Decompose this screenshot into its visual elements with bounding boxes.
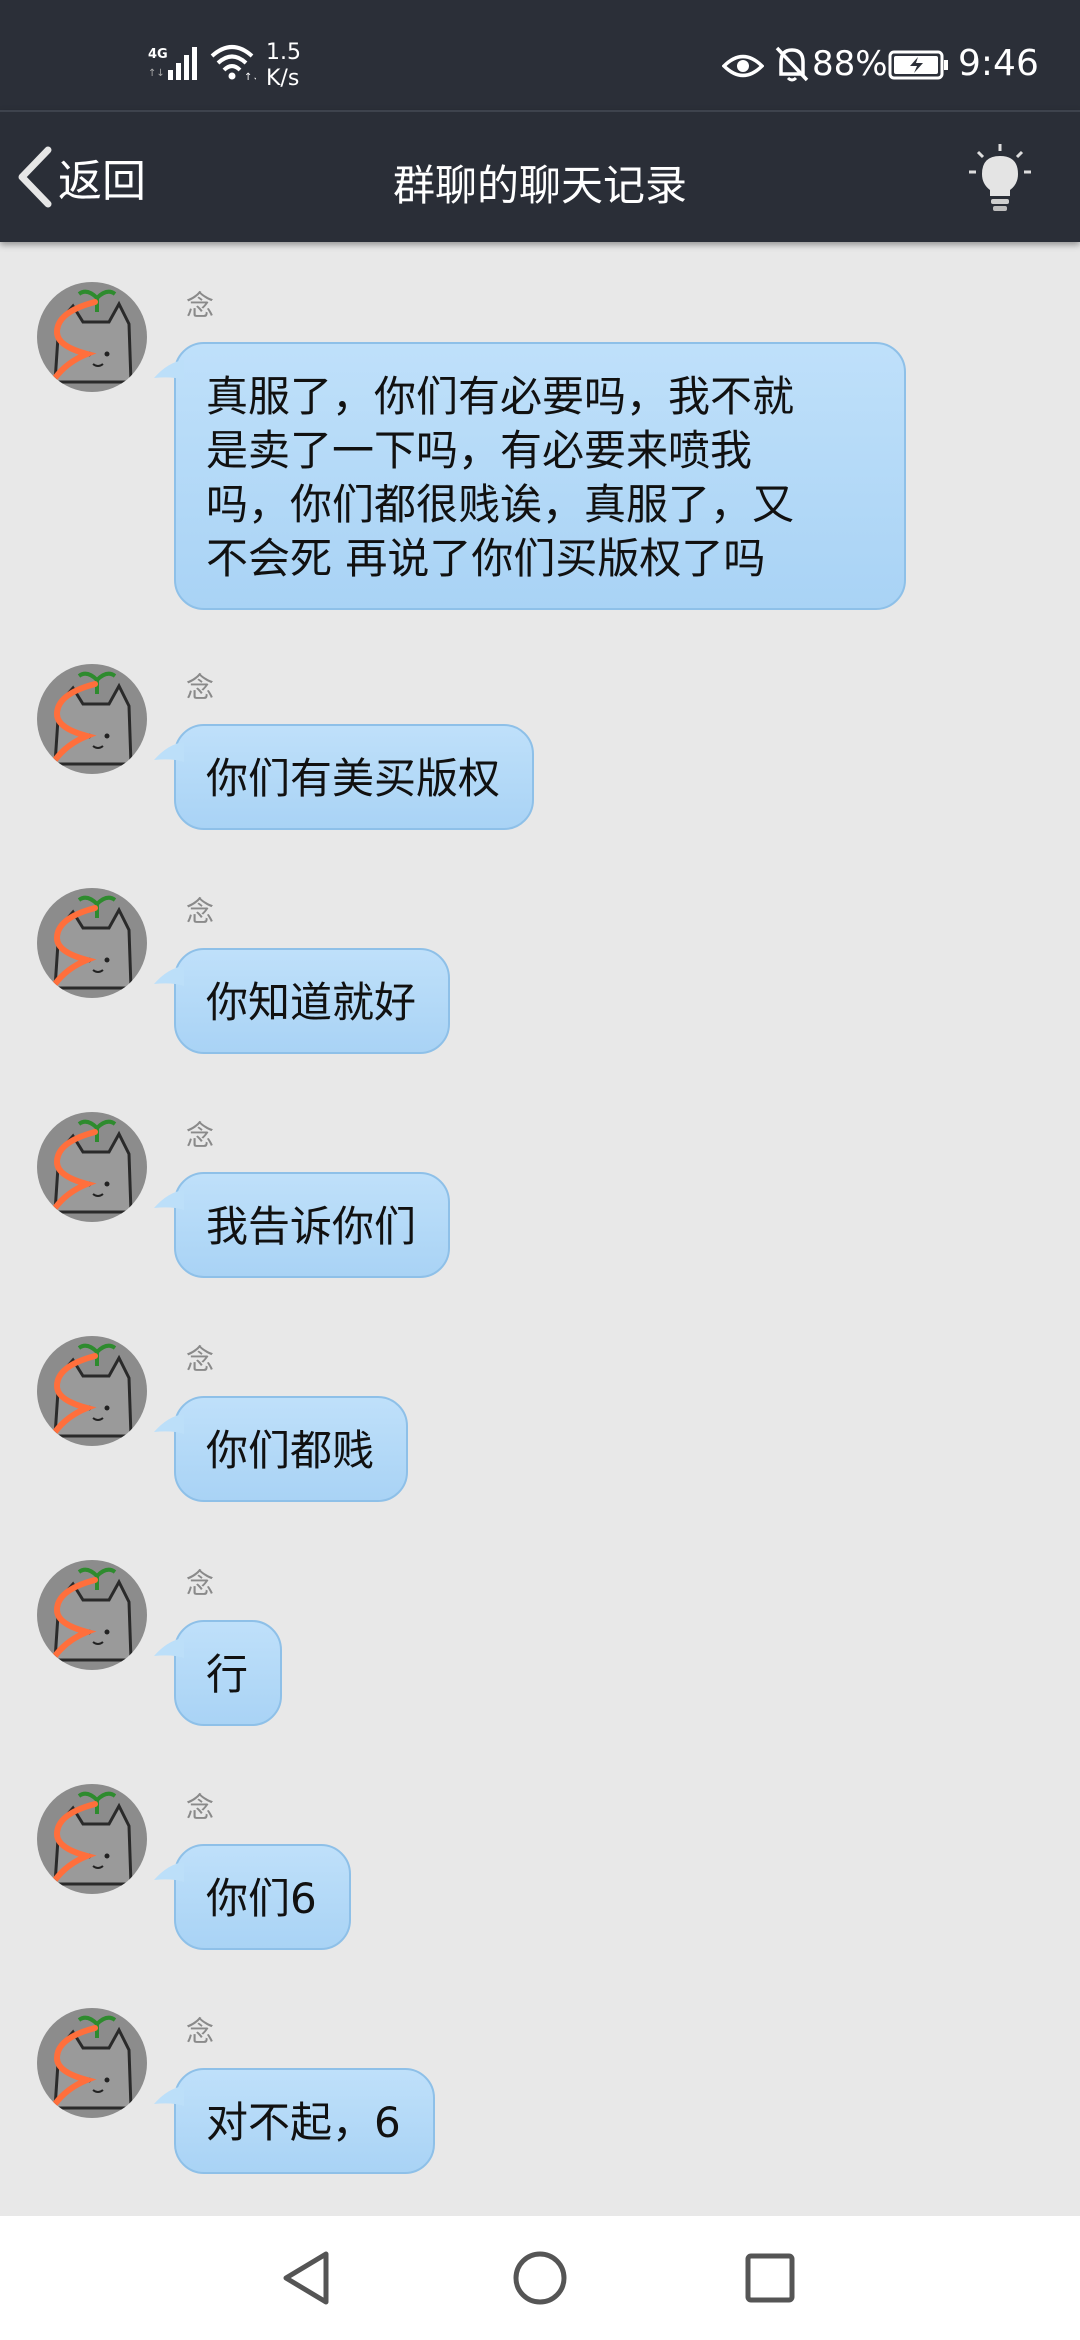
title-bar: 返回 群聊的聊天记录	[0, 110, 1080, 242]
bubble-tail	[154, 1862, 184, 1882]
message-text: 你知道就好	[206, 978, 417, 1027]
status-bar: 4G ↑↓ ↑↓ 1.5 K/s 88%	[0, 0, 1080, 110]
sender-name: 念	[186, 1343, 215, 1376]
sender-name: 念	[186, 1119, 215, 1152]
message-bubble[interactable]: 你们都贱	[154, 1396, 409, 1502]
svg-text:4G: 4G	[148, 47, 168, 62]
message-bubble[interactable]: 真服了，你们有必要吗，我不就 是卖了一下吗，有必要来喷我 吗，你们都很贱诶，真服…	[154, 342, 906, 610]
avatar[interactable]	[37, 888, 147, 998]
sender-name: 念	[186, 1567, 215, 1600]
square-recents-icon[interactable]	[738, 2246, 802, 2310]
signal-icon: 4G ↑↓	[148, 47, 197, 80]
message-text-line: 是卖了一下吗，有必要来喷我	[206, 426, 753, 475]
message-bubble[interactable]: 你知道就好	[154, 948, 451, 1054]
sender-name: 念	[186, 289, 215, 322]
message-text-line: 吗，你们都很贱诶，真服了，又	[206, 480, 795, 529]
message-bubble[interactable]: 我告诉你们	[154, 1172, 451, 1278]
message-text: 你们都贱	[206, 1426, 375, 1475]
network-speed-unit: K/s	[266, 66, 300, 91]
clock: 9:46	[958, 43, 1039, 84]
eye-icon	[722, 54, 764, 78]
message-text: 行	[206, 1650, 249, 1699]
bubble-tail	[154, 966, 184, 986]
message-bubble[interactable]: 你们6	[154, 1844, 351, 1950]
bubble-tail	[154, 1414, 184, 1434]
wifi-icon: ↑↓	[210, 45, 256, 82]
message-text: 你们6	[206, 1874, 317, 1923]
message-text-line: 不会死 再说了你们买版权了吗	[206, 534, 766, 583]
message-text-line: 真服了，你们有必要吗，我不就	[206, 372, 795, 421]
message-bubble[interactable]: 你们有美买版权	[154, 724, 535, 830]
battery-percent: 88%	[812, 44, 888, 84]
avatar[interactable]	[37, 1560, 147, 1670]
circle-home-icon[interactable]	[508, 2246, 572, 2310]
svg-text:↑↓: ↑↓	[148, 68, 165, 79]
avatar[interactable]	[37, 1336, 147, 1446]
chat-history-screen: 4G ↑↓ ↑↓ 1.5 K/s 88%	[0, 0, 1080, 2340]
message-text: 你们有美买版权	[206, 754, 501, 803]
battery-charging-icon	[888, 50, 948, 80]
bubble-tail	[154, 1190, 184, 1210]
message-text: 我告诉你们	[206, 1202, 417, 1251]
message-text: 对不起，6	[206, 2098, 401, 2147]
avatar[interactable]	[37, 664, 147, 774]
bubble-tail	[154, 742, 184, 762]
lightbulb-icon[interactable]	[968, 142, 1032, 216]
sender-name: 念	[186, 2015, 215, 2048]
page-title: 群聊的聊天记录	[392, 161, 687, 210]
bubble-tail	[154, 1638, 184, 1658]
avatar[interactable]	[37, 2008, 147, 2118]
sender-name: 念	[186, 671, 215, 704]
avatar[interactable]	[37, 1112, 147, 1222]
avatar[interactable]	[37, 1784, 147, 1894]
system-nav-bar	[0, 2216, 1080, 2340]
bubble-tail	[154, 360, 184, 380]
network-speed-value: 1.5	[266, 40, 301, 65]
message-bubble[interactable]: 行	[154, 1620, 283, 1726]
bell-muted-icon	[775, 46, 809, 82]
network-speed: 1.5 K/s	[266, 40, 301, 92]
avatar[interactable]	[37, 282, 147, 392]
sender-name: 念	[186, 895, 215, 928]
message-bubble[interactable]: 对不起，6	[154, 2068, 435, 2174]
sender-name: 念	[186, 1791, 215, 1824]
triangle-back-icon[interactable]	[276, 2246, 340, 2310]
bubble-tail	[154, 2086, 184, 2106]
svg-text:↑↓: ↑↓	[244, 72, 256, 82]
